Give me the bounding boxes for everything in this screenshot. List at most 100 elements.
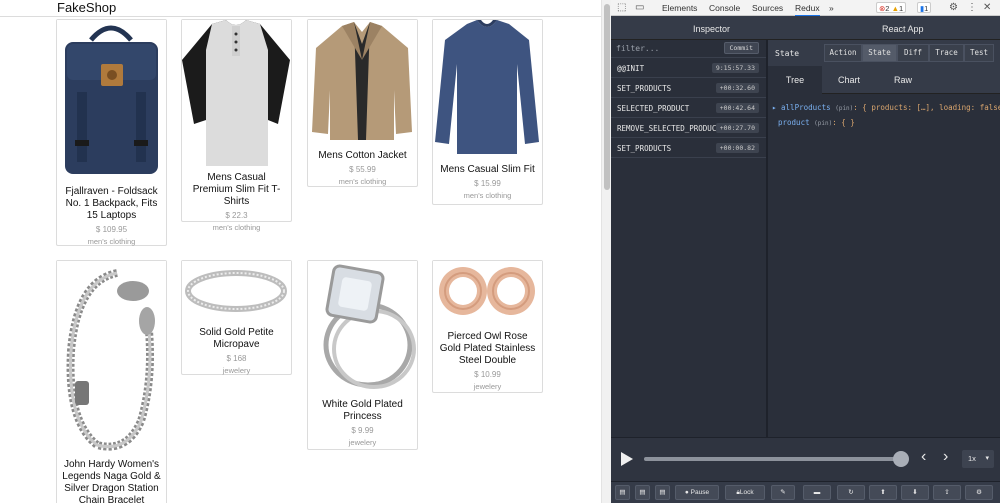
action-item[interactable]: REMOVE_SELECTED_PRODUCT +00:27.70 [611,118,766,138]
action-time: +00:32.60 [715,83,759,93]
error-badge[interactable]: ⊗2 ▲1 [876,2,907,13]
tab-sources[interactable]: Sources [752,3,783,13]
action-name: SELECTED_PRODUCT [617,104,690,113]
product-category: jewelery [222,366,251,375]
action-time: +00:00.82 [715,143,759,153]
settings-icon[interactable]: ⚙ [965,485,993,500]
monitor-toolbar: ▤ ▤ ▤ ● Pause 🔒︎Lock ✎ ▬ ↻ ⬆ ⬇ ⇪ ⚙ [611,481,1000,503]
product-category: men's clothing [212,223,261,232]
next-action-button[interactable]: › [943,448,948,466]
product-title[interactable]: Pierced Owl Rose Gold Plated Stainless S… [433,331,542,367]
pin-link[interactable]: (pin) [814,120,832,127]
product-card[interactable]: Solid Gold Petite Micropave $ 168 jewele… [181,260,292,375]
tab-raw[interactable]: Raw [876,66,930,94]
product-title[interactable]: Mens Casual Slim Fit [433,164,542,176]
scrollbar-thumb[interactable] [604,4,610,190]
inspector-label[interactable]: Inspector [693,24,730,34]
tree-node-allproducts[interactable]: ▸ allProducts (pin): { products: […], lo… [772,101,1000,116]
product-category: jewelery [348,438,377,447]
shop-page: FakeShop Fjallraven - Foldsack No. 1 Bac… [0,0,601,503]
pin-icon[interactable]: ✎ [771,485,795,500]
gear-icon[interactable]: ⚙ [949,2,958,14]
view-action-button[interactable]: Action [824,44,862,62]
product-title[interactable]: Fjallraven - Foldsack No. 1 Backpack, Fi… [57,186,166,222]
action-time: +00:42.64 [715,103,759,113]
tab-elements[interactable]: Elements [662,3,697,13]
product-card[interactable]: Fjallraven - Foldsack No. 1 Backpack, Fi… [56,19,167,246]
view-state-button[interactable]: State [862,44,897,62]
slider-track[interactable] [644,457,902,461]
tree-node-product[interactable]: product (pin): { } [772,116,1000,131]
product-title[interactable]: Mens Cotton Jacket [308,150,417,162]
view-diff-button[interactable]: Diff [897,44,929,62]
product-price: $ 9.99 [351,426,374,435]
download-icon[interactable]: ⬇ [901,485,929,500]
more-tabs-button[interactable]: » [829,3,834,13]
shop-title[interactable]: FakeShop [57,0,116,15]
pause-button[interactable]: ● Pause [675,485,719,500]
upload-icon[interactable]: ⬆ [869,485,897,500]
product-price: $ 55.99 [349,165,376,174]
remote-icon[interactable]: ⇪ [933,485,961,500]
tree-key: product [778,118,810,127]
action-item[interactable]: SELECTED_PRODUCT +00:42.64 [611,98,766,118]
product-image-tshirt [182,20,291,166]
product-price: $ 10.99 [474,370,501,379]
time-travel-slider-bar: ‹ › 1x ▾ [611,437,1000,481]
app-name-select[interactable]: React App [882,24,924,34]
tab-tree[interactable]: Tree [768,66,822,94]
view-trace-button[interactable]: Trace [929,44,964,62]
play-icon[interactable] [621,452,633,466]
product-card[interactable]: Mens Cotton Jacket $ 55.99 men's clothin… [307,19,418,187]
tab-chart[interactable]: Chart [822,66,876,94]
layout-bottom-icon[interactable]: ▤ [635,485,650,500]
product-card[interactable]: Mens Casual Slim Fit $ 15.99 men's cloth… [432,19,543,205]
product-card[interactable]: John Hardy Women's Legends Naga Gold & S… [56,260,167,503]
action-item[interactable]: SET_PRODUCTS +00:32.60 [611,78,766,98]
inspect-icon[interactable]: ⬚ [617,2,626,14]
action-name: REMOVE_SELECTED_PRODUCT [617,124,721,133]
product-price: $ 15.99 [474,179,501,188]
product-title[interactable]: White Gold Plated Princess [308,399,417,423]
page-scrollbar[interactable] [601,0,611,503]
product-title[interactable]: John Hardy Women's Legends Naga Gold & S… [57,459,166,503]
keyboard-icon[interactable]: ▬ [803,485,831,500]
product-card[interactable]: Mens Casual Premium Slim Fit T-Shirts $ … [181,19,292,232]
product-card[interactable]: White Gold Plated Princess $ 9.99 jewele… [307,260,418,450]
product-card[interactable]: Pierced Owl Rose Gold Plated Stainless S… [432,260,543,393]
product-image-jacket [308,20,417,144]
filter-row: filter... Commit [611,40,766,58]
commit-button[interactable]: Commit [723,42,759,54]
message-badge[interactable]: ▮1 [917,2,932,13]
tab-console[interactable]: Console [709,3,740,13]
more-vert-icon[interactable]: ⋮ [967,2,977,14]
product-title[interactable]: Solid Gold Petite Micropave [182,327,291,351]
expand-arrow-icon[interactable]: ▸ [772,103,777,112]
lock-button[interactable]: 🔒︎Lock [725,485,765,500]
action-list-pane: filter... Commit @@INIT 9:15:57.33 SET_P… [611,40,766,437]
view-test-button[interactable]: Test [964,44,994,62]
sync-icon[interactable]: ↻ [837,485,865,500]
prev-action-button[interactable]: ‹ [921,448,926,466]
product-image-princess-ring [308,261,417,393]
product-category: men's clothing [87,237,136,246]
layout-left-icon[interactable]: ▤ [615,485,630,500]
state-topbar: State Action State Diff Trace Test [768,40,1000,66]
speed-select[interactable]: 1x ▾ [962,450,994,468]
filter-input[interactable]: filter... [616,44,659,53]
product-title[interactable]: Mens Casual Premium Slim Fit T-Shirts [182,172,291,208]
tab-redux[interactable]: Redux [795,3,820,17]
action-name: SET_PRODUCTS [617,84,672,93]
action-item[interactable]: @@INIT 9:15:57.33 [611,58,766,78]
action-item[interactable]: SET_PRODUCTS +00:00.82 [611,138,766,158]
close-icon[interactable]: ✕ [983,2,991,14]
product-price: $ 109.95 [95,225,128,234]
state-subtabs: Tree Chart Raw [768,66,1000,94]
pin-link[interactable]: (pin) [835,105,853,112]
slider-knob[interactable] [893,451,909,467]
product-category: men's clothing [338,177,387,186]
layout-right-icon[interactable]: ▤ [655,485,670,500]
product-price: $ 168 [226,354,247,363]
redux-header: Inspector React App [611,16,1000,40]
device-icon[interactable]: ▭ [635,2,644,14]
